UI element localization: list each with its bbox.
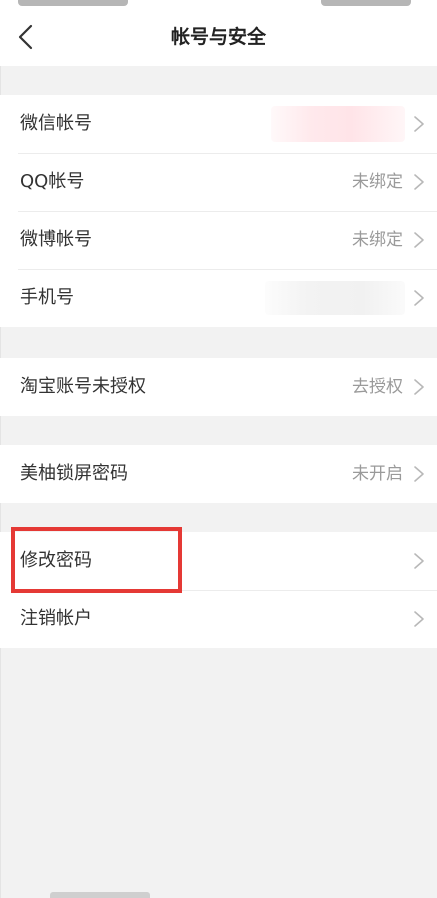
taobao-group: 淘宝账号未授权 去授权 (0, 358, 437, 416)
page-title: 帐号与安全 (170, 26, 266, 48)
wechat-account-row[interactable]: 微信帐号 (0, 95, 437, 153)
phone-number-row[interactable]: 手机号 (0, 269, 437, 327)
taobao-authorize-row[interactable]: 淘宝账号未授权 去授权 (0, 358, 437, 416)
chevron-right-icon (414, 466, 424, 482)
account-binding-group: 微信帐号 QQ帐号 未绑定 微博帐号 未绑定 手机号 (0, 95, 437, 327)
delete-account-row[interactable]: 注销帐户 (0, 590, 437, 648)
chevron-right-icon (414, 553, 424, 569)
lock-screen-password-row[interactable]: 美柚锁屏密码 未开启 (0, 445, 437, 503)
status-bar-battery-area (321, 0, 411, 6)
chevron-right-icon (414, 379, 424, 395)
row-value: 未绑定 (352, 172, 403, 192)
row-label: 微信帐号 (20, 113, 92, 134)
status-bar (0, 0, 437, 8)
chevron-right-icon (414, 116, 424, 132)
redacted-wechat-value (271, 106, 405, 142)
chevron-right-icon (414, 290, 424, 306)
row-label: 修改密码 (20, 550, 92, 571)
lock-screen-group: 美柚锁屏密码 未开启 (0, 445, 437, 503)
chevron-right-icon (414, 232, 424, 248)
chevron-right-icon (414, 174, 424, 190)
row-label: 微博帐号 (20, 229, 92, 250)
row-value: 去授权 (352, 377, 403, 397)
status-bar-clock-area (18, 0, 128, 6)
account-actions-group: 修改密码 注销帐户 (0, 532, 437, 648)
row-label: 淘宝账号未授权 (20, 376, 146, 397)
chevron-left-icon (18, 24, 33, 50)
change-password-row[interactable]: 修改密码 (0, 532, 437, 590)
row-label: 注销帐户 (20, 608, 92, 629)
row-label: 美柚锁屏密码 (20, 463, 128, 484)
weibo-account-row[interactable]: 微博帐号 未绑定 (0, 211, 437, 269)
home-indicator (50, 892, 150, 898)
row-label: 手机号 (20, 287, 74, 308)
row-value: 未绑定 (352, 230, 403, 250)
row-value: 未开启 (352, 464, 403, 484)
qq-account-row[interactable]: QQ帐号 未绑定 (0, 153, 437, 211)
redacted-phone-value (265, 281, 405, 315)
chevron-right-icon (414, 611, 424, 627)
navigation-bar: 帐号与安全 (0, 8, 437, 66)
row-label: QQ帐号 (20, 171, 85, 192)
back-button[interactable] (10, 17, 46, 57)
